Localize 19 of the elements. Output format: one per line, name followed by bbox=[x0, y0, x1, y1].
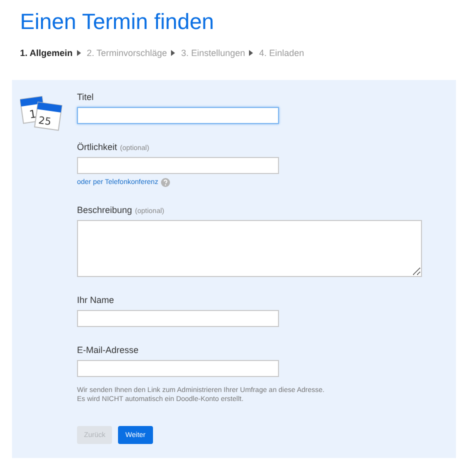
wizard-step: 2. Terminvorschläge bbox=[86, 48, 168, 58]
field-label: Örtlichkeit bbox=[77, 142, 118, 152]
wizard-step: 1. Allgemein bbox=[20, 48, 73, 58]
wizard-step: 3. Einstellungen bbox=[181, 48, 246, 58]
input-field[interactable] bbox=[77, 157, 279, 174]
input-field[interactable] bbox=[77, 220, 422, 277]
input-field[interactable] bbox=[77, 107, 279, 124]
field-label: Titel bbox=[77, 92, 94, 102]
field-label: Beschreibung bbox=[77, 205, 132, 215]
arrow-icon bbox=[249, 50, 254, 56]
help-icon[interactable] bbox=[161, 178, 170, 187]
wizard-step: 4. Einladen bbox=[259, 48, 304, 58]
arrow-icon bbox=[171, 50, 176, 56]
arrow-icon bbox=[76, 50, 81, 56]
page-title: Einen Termin finden bbox=[20, 8, 216, 36]
field-label: E-Mail-Adresse bbox=[77, 345, 139, 355]
input-field[interactable] bbox=[77, 310, 279, 327]
field-label: Ihr Name bbox=[77, 295, 114, 305]
input-field[interactable] bbox=[77, 360, 279, 377]
